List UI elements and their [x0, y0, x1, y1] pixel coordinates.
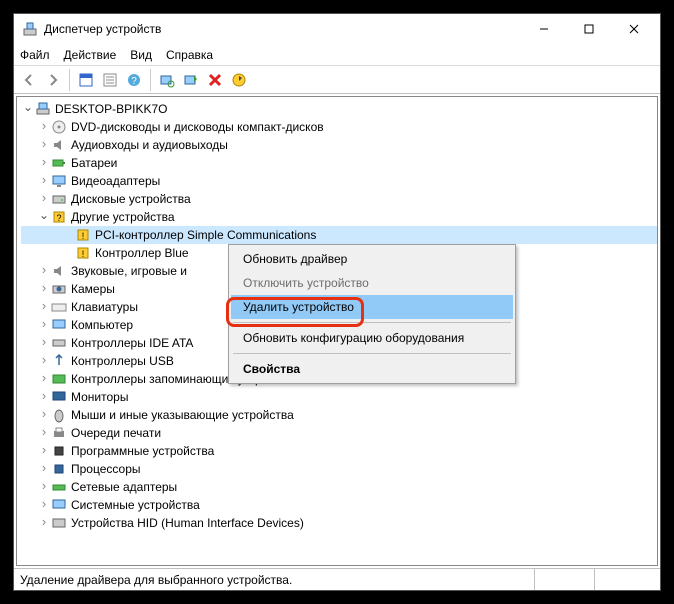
printer-icon: [51, 425, 67, 441]
node-label: Звуковые, игровые и: [71, 262, 187, 280]
window-title: Диспетчер устройств: [44, 22, 521, 36]
menu-bar: Файл Действие Вид Справка: [14, 44, 660, 66]
tree-root[interactable]: DESKTOP-BPIKK7O: [21, 100, 657, 118]
tree-node-hid[interactable]: Устройства HID (Human Interface Devices): [21, 514, 657, 532]
menu-view[interactable]: Вид: [130, 48, 152, 62]
node-label: Контроллер Blue: [95, 244, 189, 262]
tree-node-monitor[interactable]: Мониторы: [21, 388, 657, 406]
node-label: DESKTOP-BPIKK7O: [55, 100, 167, 118]
tree-node-system[interactable]: Системные устройства: [21, 496, 657, 514]
computer-icon: [51, 317, 67, 333]
ctx-disable-device[interactable]: Отключить устройство: [231, 271, 513, 295]
minimize-button[interactable]: [521, 15, 566, 43]
tree-node-pci-controller[interactable]: ! PCI-контроллер Simple Communications: [21, 226, 657, 244]
battery-icon: [51, 155, 67, 171]
scan-hardware-button[interactable]: [156, 69, 178, 91]
node-label: Компьютер: [71, 316, 133, 334]
node-label: Клавиатуры: [71, 298, 138, 316]
system-icon: [51, 497, 67, 513]
node-label: Дисковые устройства: [71, 190, 191, 208]
app-icon: [22, 21, 38, 37]
node-label: Устройства HID (Human Interface Devices): [71, 514, 304, 532]
hdd-icon: [51, 191, 67, 207]
ctx-rescan[interactable]: Обновить конфигурацию оборудования: [231, 326, 513, 350]
maximize-button[interactable]: [566, 15, 611, 43]
node-label: Системные устройства: [71, 496, 200, 514]
tree-node-cpu[interactable]: Процессоры: [21, 460, 657, 478]
node-label: DVD-дисководы и дисководы компакт-дисков: [71, 118, 324, 136]
storage-icon: [51, 371, 67, 387]
node-label: Видеоадаптеры: [71, 172, 160, 190]
tree-node-video[interactable]: Видеоадаптеры: [21, 172, 657, 190]
properties-button[interactable]: [99, 69, 121, 91]
status-bar: Удаление драйвера для выбранного устройс…: [14, 568, 660, 590]
toolbar: ?: [14, 66, 660, 94]
unknown-device-icon: !: [75, 227, 91, 243]
uninstall-button[interactable]: [204, 69, 226, 91]
tree-node-battery[interactable]: Батареи: [21, 154, 657, 172]
unknown-device-icon: !: [75, 245, 91, 261]
back-button[interactable]: [18, 69, 40, 91]
speaker-icon: [51, 263, 67, 279]
node-label: Мониторы: [71, 388, 128, 406]
ctx-update-driver[interactable]: Обновить драйвер: [231, 247, 513, 271]
ctx-separator: [233, 353, 511, 354]
menu-help[interactable]: Справка: [166, 48, 213, 62]
node-label: Процессоры: [71, 460, 141, 478]
display-icon: [51, 173, 67, 189]
node-label: Программные устройства: [71, 442, 214, 460]
computer-icon: [35, 101, 51, 117]
svg-text:?: ?: [56, 213, 61, 223]
tree-node-software[interactable]: Программные устройства: [21, 442, 657, 460]
keyboard-icon: [51, 299, 67, 315]
camera-icon: [51, 281, 67, 297]
node-label: Батареи: [71, 154, 117, 172]
node-label: Контроллеры USB: [71, 352, 174, 370]
node-label: Аудиовходы и аудиовыходы: [71, 136, 228, 154]
tree-node-other[interactable]: ? Другие устройства: [21, 208, 657, 226]
menu-action[interactable]: Действие: [64, 48, 117, 62]
svg-text:!: !: [82, 231, 85, 241]
disc-icon: [51, 119, 67, 135]
help-button[interactable]: ?: [123, 69, 145, 91]
status-text: Удаление драйвера для выбранного устройс…: [20, 573, 292, 587]
context-menu: Обновить драйвер Отключить устройство Уд…: [228, 244, 516, 384]
mouse-icon: [51, 407, 67, 423]
forward-button[interactable]: [42, 69, 64, 91]
node-label: Очереди печати: [71, 424, 161, 442]
close-button[interactable]: [611, 15, 656, 43]
node-label: Контроллеры IDE ATA: [71, 334, 193, 352]
title-bar: Диспетчер устройств: [14, 14, 660, 44]
ctx-remove-device[interactable]: Удалить устройство: [231, 295, 513, 319]
svg-text:?: ?: [131, 76, 137, 87]
cpu-icon: [51, 461, 67, 477]
svg-text:!: !: [82, 249, 85, 259]
disable-button[interactable]: [228, 69, 250, 91]
tree-node-dvd[interactable]: DVD-дисководы и дисководы компакт-дисков: [21, 118, 657, 136]
node-label: PCI-контроллер Simple Communications: [95, 226, 316, 244]
speaker-icon: [51, 137, 67, 153]
tree-node-disk[interactable]: Дисковые устройства: [21, 190, 657, 208]
node-label: Мыши и иные указывающие устройства: [71, 406, 294, 424]
node-label: Камеры: [71, 280, 115, 298]
controller-icon: [51, 335, 67, 351]
tree-node-mouse[interactable]: Мыши и иные указывающие устройства: [21, 406, 657, 424]
unknown-device-icon: ?: [51, 209, 67, 225]
update-driver-button[interactable]: [180, 69, 202, 91]
ctx-properties[interactable]: Свойства: [231, 357, 513, 381]
menu-file[interactable]: Файл: [20, 48, 50, 62]
chip-icon: [51, 443, 67, 459]
network-icon: [51, 479, 67, 495]
usb-icon: [51, 353, 67, 369]
tree-node-net[interactable]: Сетевые адаптеры: [21, 478, 657, 496]
device-manager-window: Диспетчер устройств Файл Действие Вид Сп…: [13, 13, 661, 591]
ctx-separator: [233, 322, 511, 323]
node-label: Другие устройства: [71, 208, 175, 226]
node-label: Сетевые адаптеры: [71, 478, 177, 496]
tree-node-audio[interactable]: Аудиовходы и аудиовыходы: [21, 136, 657, 154]
hid-icon: [51, 515, 67, 531]
tree-node-printq[interactable]: Очереди печати: [21, 424, 657, 442]
show-hidden-button[interactable]: [75, 69, 97, 91]
monitor-icon: [51, 389, 67, 405]
